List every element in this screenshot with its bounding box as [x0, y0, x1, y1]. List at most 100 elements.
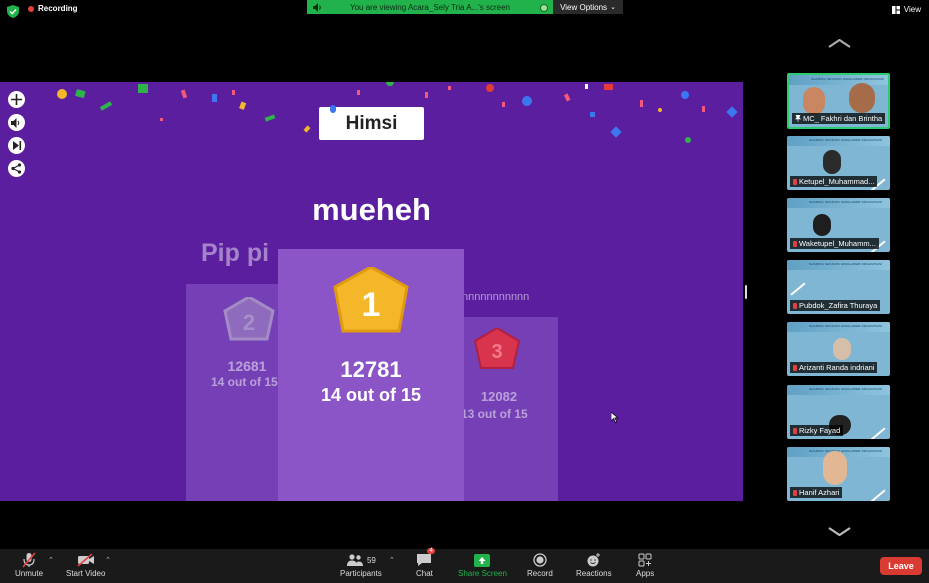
- skip-next-icon: [12, 141, 21, 150]
- confetti-piece: [330, 105, 336, 113]
- third-detail: 13 out of 15: [461, 407, 528, 421]
- participant-name-tag: Waketupel_Muhamm...: [790, 238, 879, 249]
- podium-second: 2 12681 14 out of 15: [186, 284, 280, 501]
- view-options-label: View Options: [560, 2, 608, 12]
- video-off-icon: [77, 553, 94, 567]
- audio-options-caret-icon[interactable]: ⌃: [48, 556, 54, 564]
- rank-1-badge-icon: 1: [333, 267, 409, 333]
- rank-3-label: 3: [491, 341, 502, 363]
- chevron-down-icon: ⌄: [610, 4, 616, 11]
- reactions-button[interactable]: Reactions: [576, 551, 612, 578]
- participant-name-tag: Arizanti Randa indriani: [790, 362, 878, 373]
- team-name: Himsi: [345, 112, 398, 134]
- participants-icon: [346, 554, 363, 566]
- first-detail: 14 out of 15: [320, 385, 422, 405]
- view-label: View: [903, 5, 921, 14]
- recording-dot-icon: [28, 5, 34, 12]
- video-options-caret-icon[interactable]: ⌃: [105, 556, 111, 564]
- muted-mic-icon: [793, 240, 797, 247]
- third-score: 12082: [480, 389, 518, 404]
- participant-tile[interactable]: SHARING SESSION HIMALAWEB ORGANISASI Wak…: [787, 198, 890, 252]
- share-icon: [11, 163, 22, 174]
- presentation-toolbar: [8, 91, 25, 177]
- banner-text: You are viewing Acara_Sely Tria A...'s s…: [350, 2, 510, 12]
- view-button[interactable]: View: [891, 5, 921, 14]
- screen-share-banner: You are viewing Acara_Sely Tria A...'s s…: [307, 0, 553, 14]
- tile-decoration: [790, 282, 806, 296]
- shared-screen[interactable]: Himsi mueheh Pip pi 2 12681 14 out of 15…: [0, 82, 743, 501]
- first-score: 12781: [340, 357, 402, 382]
- tile-title: SHARING SESSION HIMALAWEB ORGANISASI: [809, 200, 883, 204]
- security-shield-icon[interactable]: [7, 5, 19, 18]
- tile-title: SHARING SESSION HIMALAWEB ORGANISASI: [809, 324, 883, 328]
- start-video-button[interactable]: Start Video: [66, 551, 105, 578]
- muted-mic-icon: [793, 489, 797, 496]
- participant-face: [803, 87, 825, 115]
- leave-button[interactable]: Leave: [880, 557, 922, 575]
- participant-name-tag: Hanif Azhari: [790, 487, 843, 498]
- move-button[interactable]: [8, 91, 25, 108]
- tile-title: SHARING SESSION HIMALAWEB ORGANISASI: [811, 77, 885, 81]
- pin-icon: [795, 115, 801, 122]
- reactions-smiley-icon: [587, 553, 601, 567]
- muted-mic-icon: [793, 427, 797, 434]
- second-place-player: Pip pi: [201, 239, 270, 267]
- tile-decoration: [870, 489, 886, 501]
- share-status-icon: [540, 4, 548, 12]
- apps-grid-icon: [638, 553, 652, 567]
- panel-resize-handle[interactable]: [745, 285, 747, 299]
- participants-button[interactable]: 59 Participants: [340, 551, 382, 578]
- grid-view-icon: [891, 5, 900, 14]
- first-place-player: mueheh: [312, 192, 431, 227]
- participant-name-tag: Pubdok_Zafira Thuraya: [790, 300, 881, 311]
- participant-tile[interactable]: SHARING SESSION HIMALAWEB ORGANISASI Han…: [787, 447, 890, 501]
- chat-bubble-icon: [417, 554, 432, 566]
- view-options-button[interactable]: View Options ⌄: [553, 0, 623, 14]
- participant-face: [849, 83, 875, 113]
- participant-face: [813, 214, 831, 236]
- participant-name-tag: Ketupel_Muhammad...: [790, 176, 878, 187]
- scroll-up-chevron-icon[interactable]: [828, 39, 851, 48]
- muted-mic-icon: [793, 364, 797, 371]
- participant-tile[interactable]: SHARING SESSION HIMALAWEB ORGANISASI MC_…: [787, 73, 890, 129]
- move-arrows-icon: [11, 94, 22, 105]
- volume-button[interactable]: [8, 114, 25, 131]
- record-button[interactable]: Record: [527, 551, 553, 578]
- tile-title: SHARING SESSION HIMALAWEB ORGANISASI: [809, 449, 883, 453]
- share-screen-button[interactable]: Share Screen: [458, 551, 507, 578]
- muted-microphone-icon: [22, 552, 36, 568]
- participants-options-caret-icon[interactable]: ⌃: [389, 556, 395, 564]
- unmute-button[interactable]: Unmute: [15, 551, 43, 578]
- podium-first: 1 12781 14 out of 15: [278, 249, 464, 501]
- participant-tile[interactable]: SHARING SESSION HIMALAWEB ORGANISASI Pub…: [787, 260, 890, 314]
- tile-title: SHARING SESSION HIMALAWEB ORGANISASI: [809, 138, 883, 142]
- participant-face: [823, 451, 847, 485]
- podium-third: 3 12082 13 out of 15: [461, 317, 558, 501]
- rank-2-label: 2: [243, 310, 255, 335]
- share-screen-icon: [474, 553, 491, 567]
- tile-title: SHARING SESSION HIMALAWEB ORGANISASI: [809, 262, 883, 266]
- chat-badge: 4: [427, 548, 435, 554]
- tile-title: SHARING SESSION HIMALAWEB ORGANISASI: [809, 387, 883, 391]
- recording-label: Recording: [38, 4, 78, 13]
- rank-1-label: 1: [362, 286, 381, 324]
- participant-tile[interactable]: SHARING SESSION HIMALAWEB ORGANISASI Riz…: [787, 385, 890, 439]
- recording-indicator[interactable]: Recording: [28, 4, 78, 13]
- speaker-icon[interactable]: [313, 3, 323, 12]
- skip-button[interactable]: [8, 137, 25, 154]
- participant-face: [823, 150, 841, 174]
- third-place-player: nnnnnnnnnnn: [462, 291, 530, 303]
- participant-name-tag: Rizky Fayad: [790, 425, 844, 436]
- volume-icon: [11, 117, 20, 128]
- muted-mic-icon: [793, 178, 797, 185]
- participant-tile[interactable]: SHARING SESSION HIMALAWEB ORGANISASI Ket…: [787, 136, 890, 190]
- rank-3-badge-icon: 3: [473, 328, 521, 369]
- record-icon: [533, 553, 547, 567]
- muted-mic-icon: [793, 302, 797, 309]
- apps-button[interactable]: Apps: [636, 551, 654, 578]
- scroll-down-chevron-icon[interactable]: [828, 527, 851, 536]
- participant-tile[interactable]: SHARING SESSION HIMALAWEB ORGANISASI Ari…: [787, 322, 890, 376]
- participants-count: 59: [366, 555, 376, 565]
- share-button[interactable]: [8, 160, 25, 177]
- chat-button[interactable]: 4 Chat: [416, 548, 435, 578]
